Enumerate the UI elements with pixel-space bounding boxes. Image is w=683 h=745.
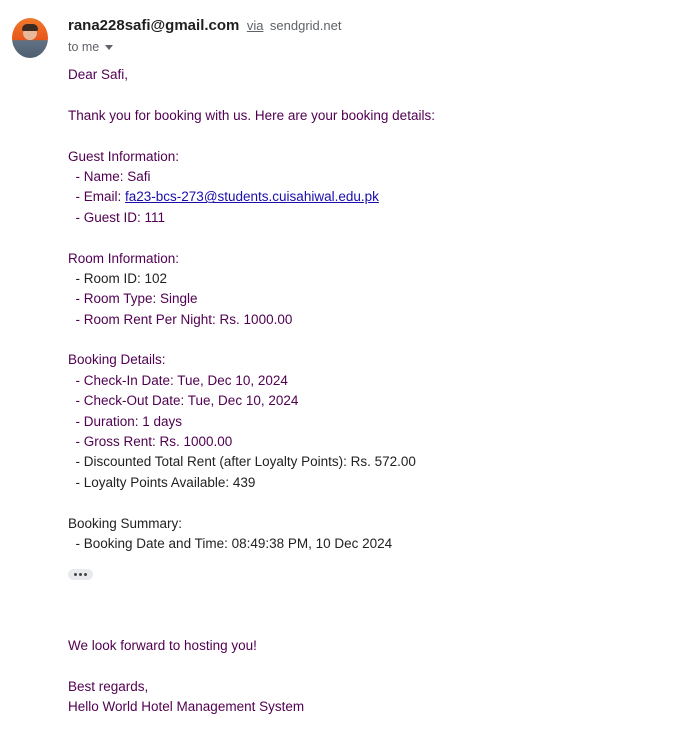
avatar[interactable] (12, 18, 48, 58)
recipient-details-toggle[interactable]: to me (68, 38, 114, 56)
email-body: Dear Safi, Thank you for booking with us… (68, 65, 668, 554)
check-in-date: - Check-In Date: Tue, Dec 10, 2024 (68, 372, 288, 388)
signature-line: Hello World Hotel Management System (68, 699, 305, 715)
guest-heading: Guest Information: (68, 148, 180, 164)
check-out-date: - Check-Out Date: Tue, Dec 10, 2024 (68, 393, 299, 409)
recipient-label: to me (68, 40, 100, 54)
more-horiz-icon (74, 573, 77, 576)
chevron-down-icon[interactable] (105, 45, 114, 50)
guest-name: - Name: Safi (68, 168, 151, 184)
show-trimmed-content-button[interactable] (68, 569, 93, 580)
avatar-hair (22, 24, 38, 31)
via-domain: sendgrid.net (269, 18, 342, 33)
guest-id: - Guest ID: 111 (68, 209, 166, 225)
guest-email-row: - Email: fa23-bcs-273@students.cuisahiwa… (68, 187, 668, 207)
gross-rent: - Gross Rent: Rs. 1000.00 (68, 434, 233, 450)
more-horiz-icon (79, 573, 82, 576)
guest-email-link[interactable]: fa23-bcs-273@students.cuisahiwal.edu.pk (125, 189, 379, 204)
room-rent: - Room Rent Per Night: Rs. 1000.00 (68, 311, 293, 327)
booking-date-time: - Booking Date and Time: 08:49:38 PM, 10… (68, 535, 393, 551)
discounted-rent: - Discounted Total Rent (after Loyalty P… (68, 454, 416, 470)
sender-row: rana228safi@gmail.com via sendgrid.net (68, 16, 341, 36)
sender-email[interactable]: rana228safi@gmail.com (68, 17, 239, 34)
summary-heading: Booking Summary: (68, 515, 183, 531)
email-footer: We look forward to hosting you! Best reg… (68, 636, 668, 718)
greeting: Dear Safi, (68, 67, 129, 82)
closing-line: We look forward to hosting you! (68, 638, 257, 653)
loyalty-points: - Loyalty Points Available: 439 (68, 474, 256, 490)
duration: - Duration: 1 days (68, 413, 183, 429)
room-heading: Room Information: (68, 250, 180, 266)
regards-line: Best regards, (68, 678, 149, 694)
more-horiz-icon (84, 573, 87, 576)
via-link[interactable]: via (247, 18, 264, 33)
booking-heading: Booking Details: (68, 352, 166, 368)
room-id: - Room ID: 102 (68, 270, 168, 286)
room-type: - Room Type: Single (68, 291, 198, 307)
intro-text: Thank you for booking with us. Here are … (68, 107, 435, 123)
guest-email-label: - Email: (68, 189, 126, 205)
